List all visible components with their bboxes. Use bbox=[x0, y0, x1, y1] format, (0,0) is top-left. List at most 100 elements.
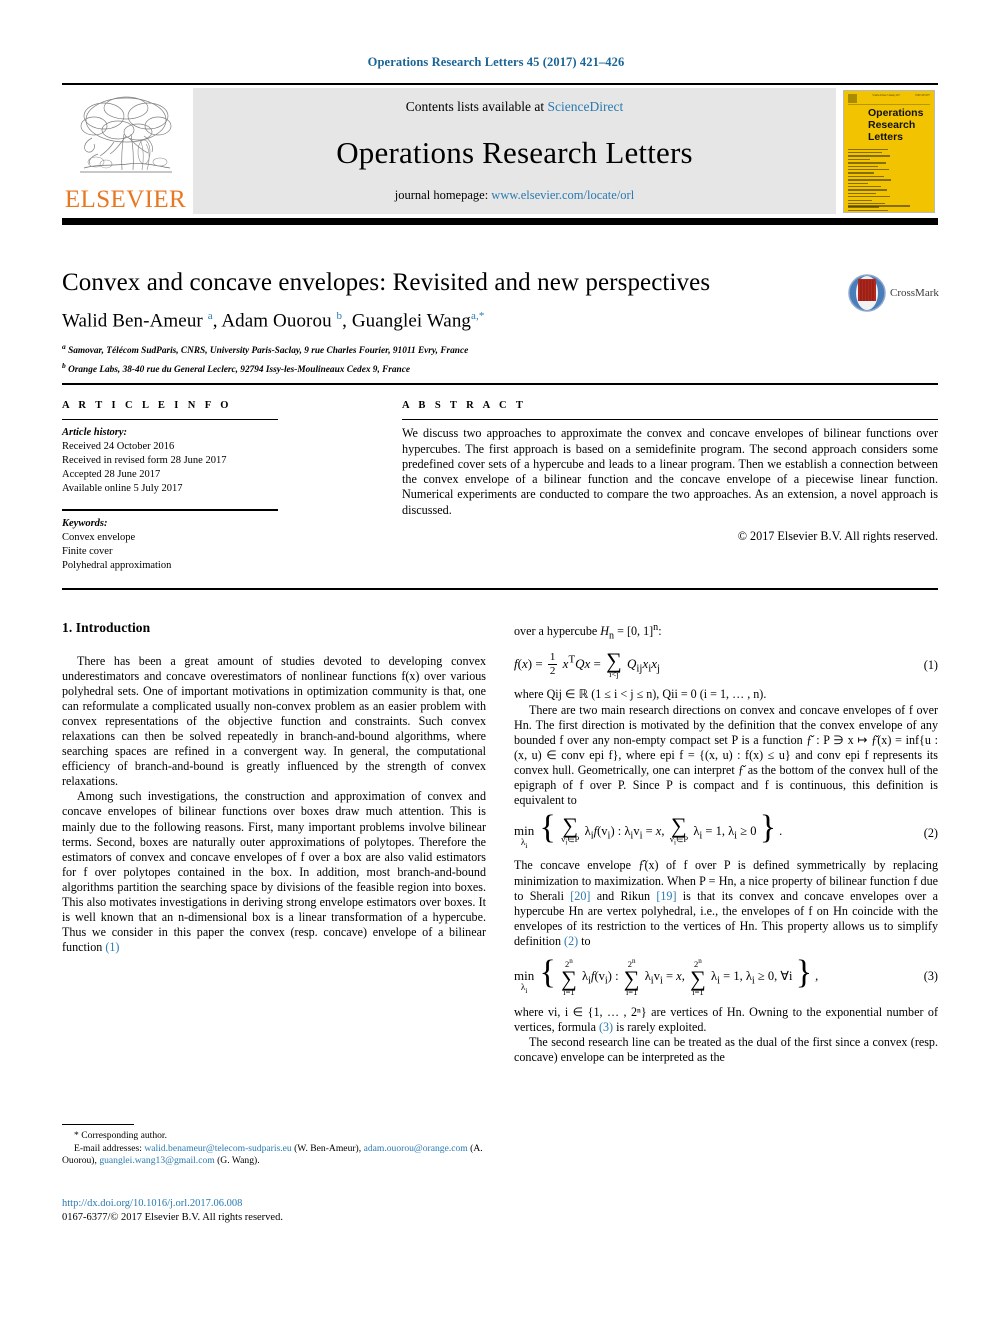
paragraph: where Qij ∈ ℝ (1 ≤ i < j ≤ n), Qii = 0 (… bbox=[514, 687, 767, 702]
elsevier-wordmark: ELSEVIER bbox=[64, 186, 187, 214]
abstract-rule bbox=[402, 419, 938, 421]
title-bottom-rule bbox=[62, 383, 938, 385]
article-history-item: Available online 5 July 2017 bbox=[62, 483, 183, 495]
cover-contents-lines bbox=[848, 148, 892, 212]
paragraph: There has been a great amount of studies… bbox=[62, 654, 486, 789]
keyword-item: Polyhedral approximation bbox=[62, 559, 172, 571]
email-addresses-label: E-mail addresses: bbox=[74, 1142, 142, 1154]
equation-1-body: f(x) = 12 xTQx = ∑ i<j Qijxixj bbox=[514, 648, 661, 680]
homepage-prefix: journal homepage: bbox=[394, 188, 492, 203]
issn-copyright-line: 0167-6377/© 2017 Elsevier B.V. All right… bbox=[62, 1212, 283, 1223]
cover-title: Operations Research Letters bbox=[868, 106, 924, 143]
masthead-top-rule bbox=[62, 83, 938, 86]
corresponding-author-note: * Corresponding author. bbox=[74, 1130, 167, 1142]
doi-link[interactable]: http://dx.doi.org/10.1016/j.orl.2017.06.… bbox=[62, 1197, 486, 1211]
cover-issue-line: Volume 45 Issue 5 January 2017 bbox=[872, 93, 901, 97]
min-operator: min λi bbox=[514, 967, 535, 995]
email-link-3[interactable]: guanglei.wang13@gmail.com bbox=[99, 1155, 214, 1166]
affiliation-a: a Samovar, Télécom SudParis, CNRS, Unive… bbox=[62, 342, 469, 357]
elsevier-logo: ELSEVIER bbox=[62, 88, 189, 215]
equation-2-body: min λi { ∑ vi∈P λif(vi) : λivi = x, ∑ vi∈P … bbox=[514, 808, 783, 850]
paragraph-text: is rarely exploited. bbox=[613, 1019, 707, 1034]
equation-2: min λi { ∑ vi∈P λif(vi) : λivi = x, ∑ vi∈P … bbox=[514, 808, 938, 851]
summation-symbol: 2n ∑ i=1 bbox=[561, 956, 577, 997]
sciencedirect-link[interactable]: ScienceDirect bbox=[548, 99, 624, 114]
article-info-heading: A R T I C L E I N F O bbox=[62, 400, 232, 411]
equation-2-number: (2) bbox=[923, 825, 938, 840]
body-column-right: over a hypercube Hn = [0, 1]n: f(x) = 12… bbox=[514, 620, 938, 1065]
equation-3: min λi { 2n ∑ i=1 λif(vi) : 2n ∑ i=1 λivi = x… bbox=[514, 953, 938, 997]
article-history-label: Article history: bbox=[62, 427, 128, 439]
abstract-heading: A B S T R A C T bbox=[402, 400, 527, 411]
email-link-2[interactable]: adam.ouorou@orange.com bbox=[364, 1143, 468, 1154]
summation-symbol: ∑ vi∈P bbox=[561, 812, 580, 847]
equation-1: f(x) = 12 xTQx = ∑ i<j Qijxixj (1) bbox=[514, 648, 938, 680]
crossmark-icon bbox=[848, 274, 886, 312]
equation-ref-1[interactable]: (1) bbox=[105, 940, 119, 954]
footnote-block: * Corresponding author. E-mail addresses… bbox=[62, 1124, 486, 1168]
contents-prefix: Contents lists available at bbox=[405, 99, 548, 115]
crossmark-label: CrossMark bbox=[890, 287, 939, 299]
journal-cover-thumbnail: Volume 45 Issue 5 January 2017 ISSN 0167… bbox=[840, 88, 938, 214]
journal-homepage-link[interactable]: www.elsevier.com/locate/orl bbox=[491, 188, 634, 202]
citation-ref-19[interactable]: [19] bbox=[656, 889, 676, 903]
article-history-item: Accepted 28 June 2017 bbox=[62, 469, 161, 481]
min-operator: min λi bbox=[514, 822, 535, 850]
paragraph-text: Among such investigations, the construct… bbox=[62, 789, 486, 954]
equation-ref-2[interactable]: (2) bbox=[564, 934, 578, 948]
journal-masthead: ELSEVIER Contents lists available at Sci… bbox=[62, 83, 938, 226]
keywords-label: Keywords: bbox=[62, 517, 108, 529]
cover-issn-line: ISSN 0167-6377 bbox=[915, 93, 930, 97]
paragraph-text: where vi, i ∈ {1, … , 2ⁿ} are vertices o… bbox=[514, 1004, 938, 1034]
keyword-item: Convex envelope bbox=[62, 531, 136, 543]
author-list: Walid Ben-Ameur a, Adam Ouorou b, Guangl… bbox=[62, 310, 485, 332]
page-title: Convex and concave envelopes: Revisited … bbox=[62, 269, 711, 296]
summation-symbol: ∑ vi∈P bbox=[669, 812, 689, 847]
article-info-column: A R T I C L E I N F O Article history: R… bbox=[62, 400, 340, 573]
affiliation-b-text: Orange Labs, 38-40 rue du General Lecler… bbox=[68, 365, 410, 376]
email-owner-1: (W. Ben-Ameur), bbox=[291, 1142, 362, 1154]
article-body: 1. Introduction There has been a great a… bbox=[62, 620, 938, 1065]
footnote-rule bbox=[62, 1124, 134, 1126]
equation-3-body: min λi { 2n ∑ i=1 λif(vi) : 2n ∑ i=1 λivi = x… bbox=[514, 953, 819, 997]
paragraph: over a hypercube Hn = [0, 1]n: bbox=[514, 622, 662, 642]
doi-block: http://dx.doi.org/10.1016/j.orl.2017.06.… bbox=[62, 1197, 486, 1225]
keyword-item: Finite cover bbox=[62, 545, 113, 557]
email-link-1[interactable]: walid.benameur@telecom-sudparis.eu bbox=[144, 1143, 291, 1154]
paragraph: There are two main research directions o… bbox=[514, 702, 938, 807]
journal-title: Operations Research Letters bbox=[336, 135, 693, 171]
affiliation-a-text: Samovar, Télécom SudParis, CNRS, Univers… bbox=[68, 346, 469, 357]
body-column-left: 1. Introduction There has been a great a… bbox=[62, 620, 486, 1065]
journal-article-page: Operations Research Letters 45 (2017) 42… bbox=[0, 0, 992, 1323]
contents-available-line: Contents lists available at ScienceDirec… bbox=[406, 99, 623, 115]
abstract-copyright: © 2017 Elsevier B.V. All rights reserved… bbox=[737, 529, 938, 544]
masthead-panel: Contents lists available at ScienceDirec… bbox=[193, 88, 836, 215]
info-abstract-block: A R T I C L E I N F O Article history: R… bbox=[62, 400, 938, 573]
abstract-text: We discuss two approaches to approximate… bbox=[402, 426, 938, 517]
equation-ref-3[interactable]: (3) bbox=[599, 1020, 613, 1034]
article-history-item: Received in revised form 28 June 2017 bbox=[62, 455, 227, 467]
summation-symbol: ∑ i<j bbox=[606, 648, 622, 680]
citation-ref-20[interactable]: [20] bbox=[570, 889, 590, 903]
summation-symbol: 2n ∑ i=1 bbox=[623, 956, 640, 997]
abstract-bottom-rule bbox=[62, 588, 938, 590]
paragraph: The concave envelope ƒ̂(x) of f over P i… bbox=[514, 858, 938, 948]
elsevier-tree-icon bbox=[79, 96, 172, 173]
running-head: Operations Research Letters 45 (2017) 42… bbox=[367, 55, 625, 69]
email-addresses-note: E-mail addresses: walid.benameur@telecom… bbox=[62, 1143, 486, 1168]
equation-3-number: (3) bbox=[923, 969, 938, 984]
affiliation-b: b Orange Labs, 38-40 rue du General Lecl… bbox=[62, 361, 410, 376]
equation-1-number: (1) bbox=[923, 657, 938, 672]
title-block: Convex and concave envelopes: Revisited … bbox=[62, 268, 939, 378]
article-history-item: Received 24 October 2016 bbox=[62, 441, 175, 453]
crossmark-badge[interactable]: CrossMark bbox=[848, 272, 939, 314]
paragraph: Among such investigations, the construct… bbox=[62, 789, 486, 955]
journal-homepage-line: journal homepage: www.elsevier.com/locat… bbox=[395, 188, 634, 203]
keywords-rule bbox=[62, 509, 278, 511]
summation-symbol: 2n ∑ i=1 bbox=[690, 956, 706, 997]
abstract-column: A B S T R A C T We discuss two approache… bbox=[340, 400, 938, 573]
section-heading-introduction: 1. Introduction bbox=[62, 620, 151, 635]
email-owner-3: (G. Wang). bbox=[214, 1155, 260, 1167]
paragraph: The second research line can be treated … bbox=[514, 1034, 938, 1064]
fraction-one-half: 12 bbox=[547, 650, 558, 677]
